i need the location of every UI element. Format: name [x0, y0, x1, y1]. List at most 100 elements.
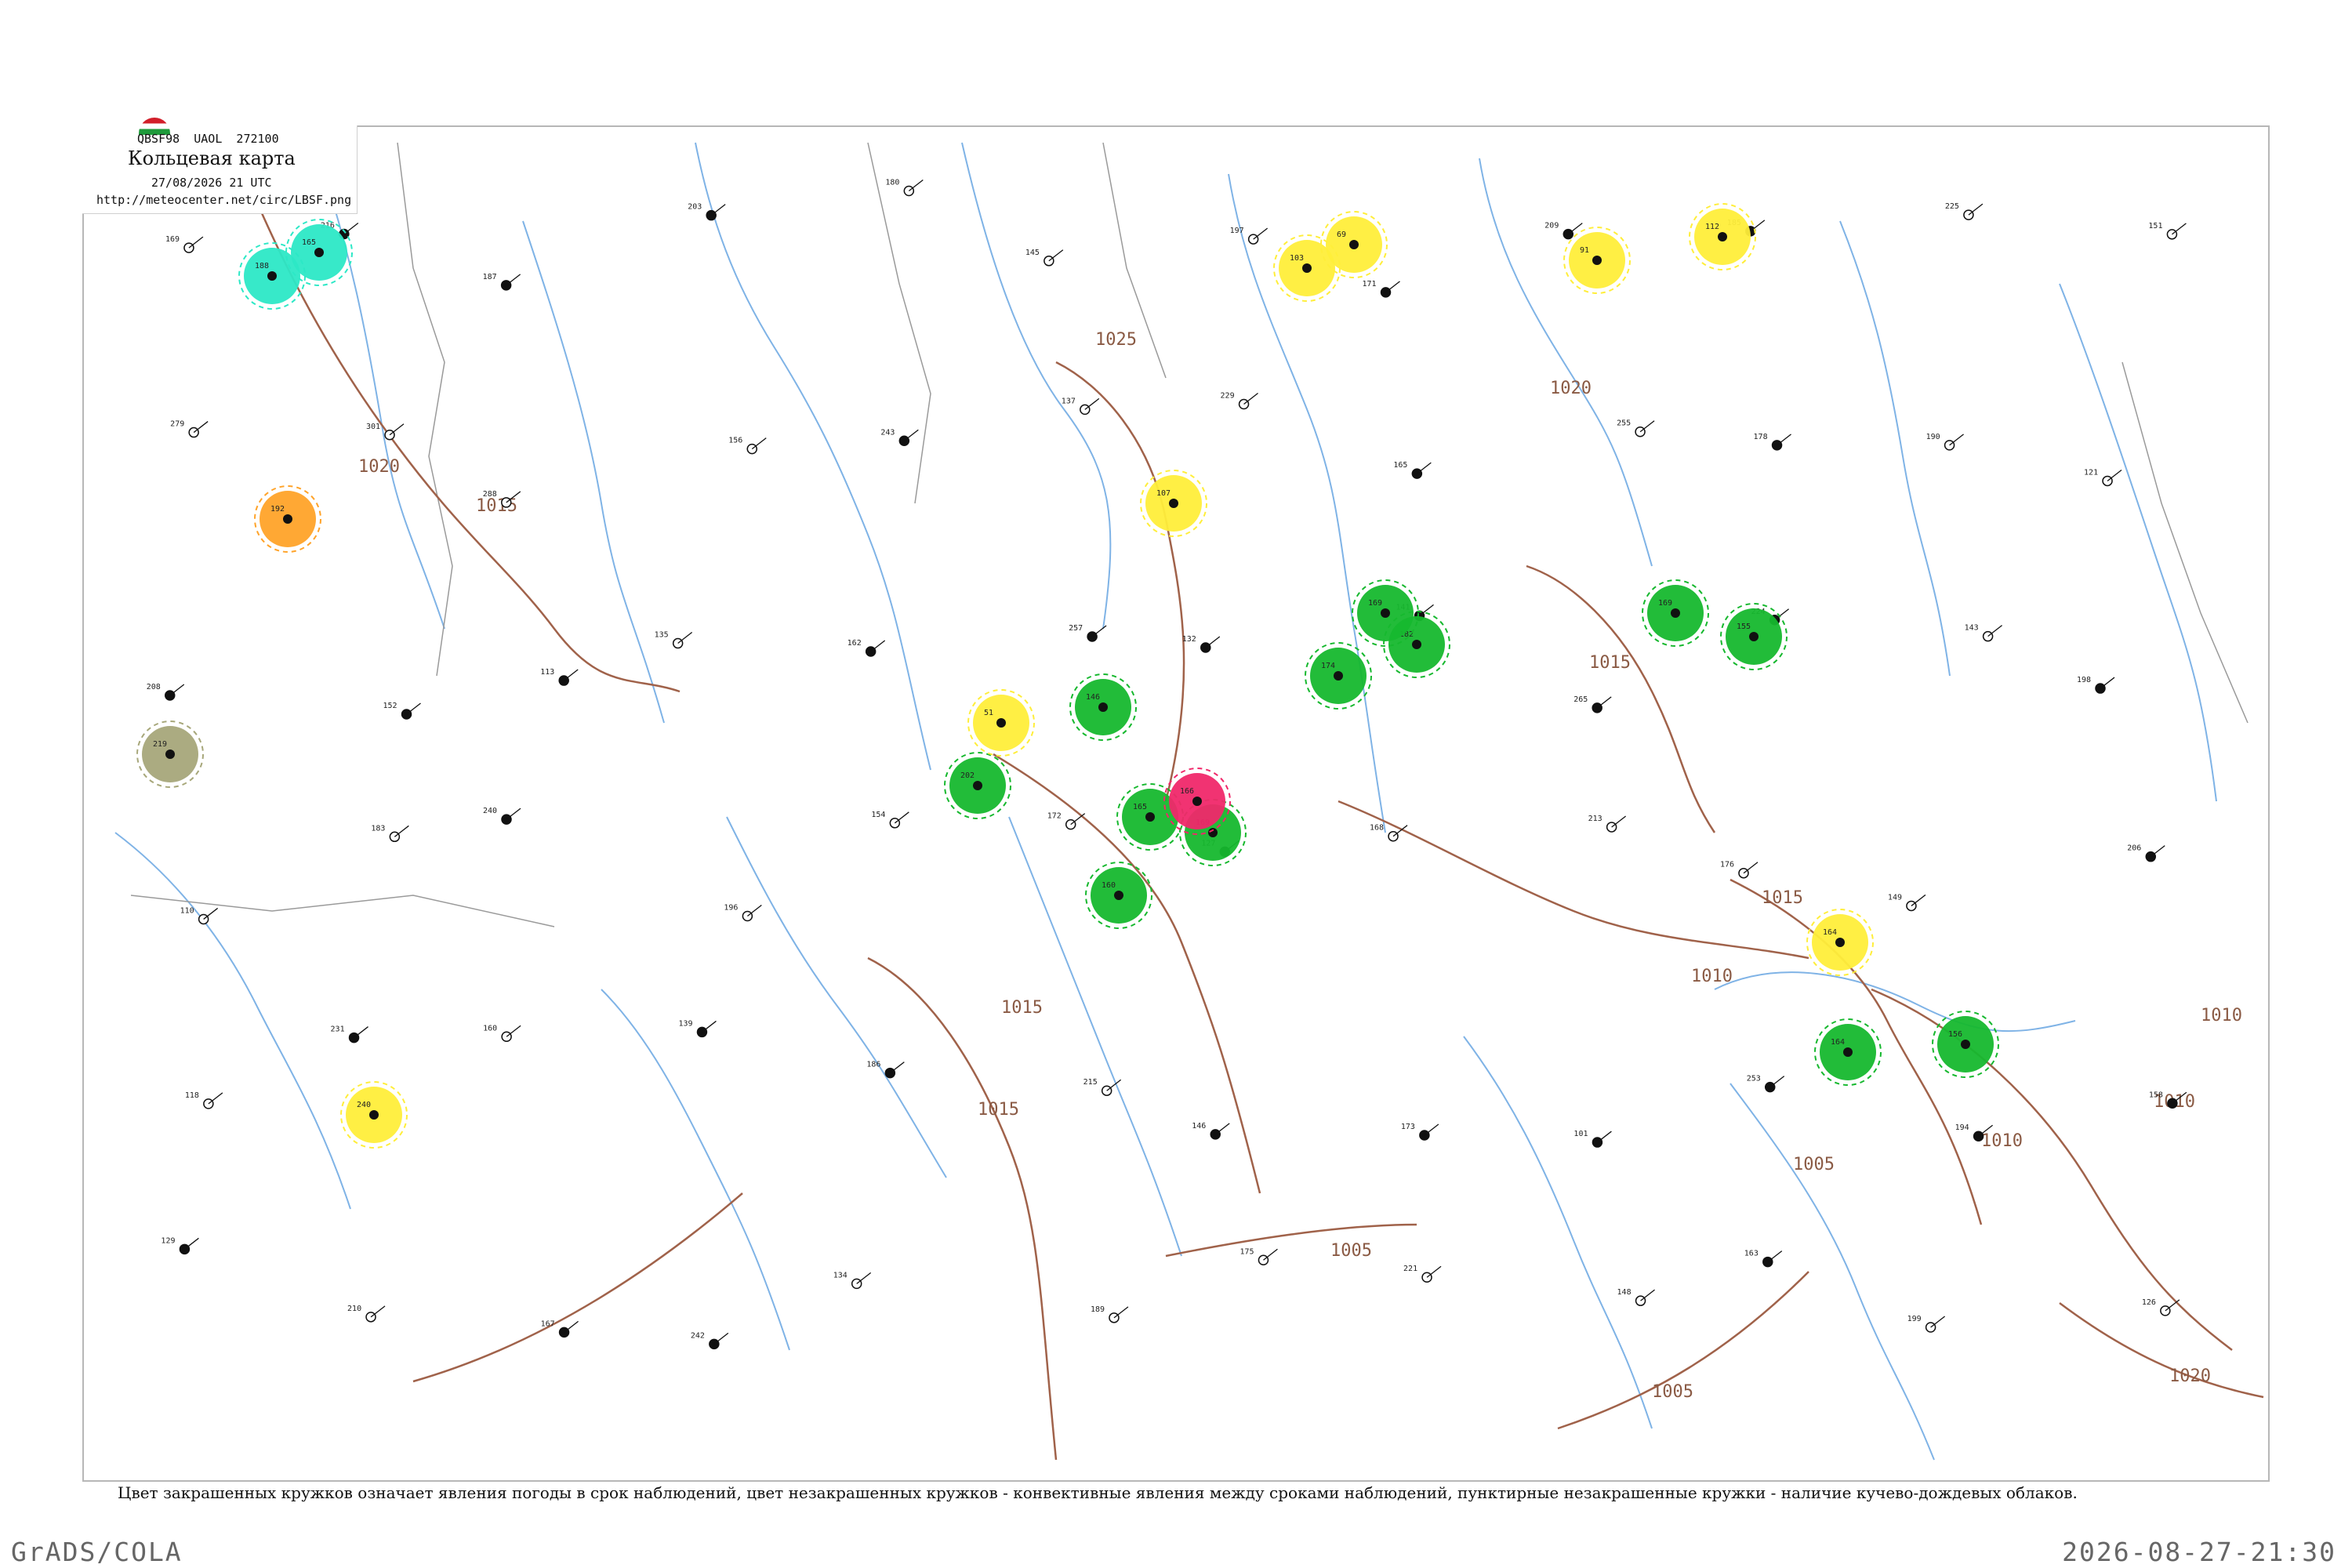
software-label: GrADS/COLA	[11, 1537, 183, 1567]
station-plot: 231	[331, 1025, 368, 1044]
station-value: 162	[848, 639, 862, 648]
station-plot: 189	[1091, 1305, 1129, 1323]
station-plot: 151	[2148, 222, 2187, 240]
station-value: 209	[1544, 222, 1559, 230]
weather-spot-drizzle_fog: 112	[1689, 203, 1756, 270]
station-value: 253	[1747, 1075, 1761, 1083]
station-value: 221	[1403, 1265, 1417, 1273]
station-plot: 243	[880, 428, 919, 447]
station-plot: 145	[1025, 249, 1064, 267]
title-box: QBSF98 UAOL 272100 Кольцевая карта 27/08…	[82, 118, 358, 214]
station-plot: 121	[2084, 468, 2122, 487]
station-plot: 149	[1888, 893, 1926, 912]
station-value: 110	[180, 906, 194, 915]
station-plot: 209	[1544, 222, 1583, 240]
map-url[interactable]: http://meteocenter.net/circ/LBSF.png	[96, 193, 351, 207]
spot-value: 103	[1290, 254, 1304, 263]
station-plot: 101	[1573, 1130, 1612, 1148]
station-value: 180	[885, 178, 899, 187]
map-date: 27/08/2026 21 UTC	[151, 176, 272, 190]
station-plot: 160	[483, 1024, 521, 1043]
station-value: 206	[2127, 844, 2141, 853]
station-plot: 279	[170, 420, 209, 438]
isobar-label: 1020	[358, 457, 400, 477]
station-value: 151	[2148, 222, 2162, 230]
station-value: 175	[1240, 1247, 1254, 1256]
station-plot: 210	[347, 1305, 386, 1323]
weather-spot-drizzle_fog: 164	[1806, 909, 1874, 976]
weather-spot-drizzle_fog: 91	[1563, 227, 1631, 294]
station-value: 139	[678, 1019, 692, 1028]
station-value: 156	[728, 437, 742, 445]
weather-spot-rain: 174	[1305, 642, 1372, 710]
station-plot: 167	[541, 1319, 579, 1338]
station-value: 173	[1401, 1123, 1415, 1131]
station-value: 154	[871, 811, 885, 819]
station-plot: 169	[165, 235, 204, 253]
station-plot: 240	[483, 807, 521, 825]
spot-value: 164	[1831, 1038, 1845, 1047]
station-value: 203	[688, 203, 702, 212]
station-plot: 168	[1370, 824, 1408, 842]
weather-spot-rain: 155	[1720, 603, 1788, 670]
spot-value: 156	[1948, 1030, 1962, 1039]
spot-value: 112	[1705, 223, 1719, 231]
station-value: 189	[1091, 1305, 1105, 1314]
station-plot: 139	[678, 1019, 717, 1038]
station-value: 137	[1062, 397, 1076, 405]
station-plot: 229	[1221, 392, 1258, 410]
station-plot: 165	[1393, 461, 1432, 479]
isobar-label: 1015	[1001, 998, 1043, 1018]
station-plot: 206	[2127, 844, 2165, 862]
station-value: 198	[2077, 676, 2091, 684]
isobar-label: 1015	[978, 1100, 1019, 1120]
station-value: 152	[383, 702, 397, 710]
station-plot: 162	[848, 639, 886, 657]
station-plot: 242	[691, 1331, 729, 1350]
station-plot: 118	[185, 1091, 223, 1109]
station-value: 176	[1720, 861, 1734, 869]
station-plot: 175	[1240, 1247, 1278, 1266]
station-value: 158	[2149, 1091, 2163, 1099]
station-value: 143	[1965, 624, 1979, 633]
station-plot: 203	[688, 203, 726, 221]
station-plot: 183	[371, 824, 409, 843]
station-value: 169	[165, 235, 180, 244]
station-value: 178	[1754, 433, 1768, 441]
spot-value: 219	[153, 740, 167, 749]
spot-value: 165	[302, 238, 316, 247]
station-value: 301	[366, 423, 380, 431]
station-value: 145	[1025, 249, 1040, 257]
spot-value: 146	[1086, 693, 1100, 702]
isobar-label: 1005	[1652, 1382, 1693, 1402]
station-plot: 171	[1363, 280, 1400, 298]
station-value: 168	[1370, 824, 1384, 833]
station-plot: 190	[1926, 433, 1964, 451]
spot-value: 69	[1337, 230, 1346, 239]
stations-layer: 1692161872031801451971712091852251512793…	[147, 178, 2187, 1350]
isobar-label: 1005	[1793, 1155, 1835, 1174]
spot-value: 169	[1658, 599, 1672, 608]
station-value: 129	[161, 1236, 175, 1245]
station-plot: 173	[1401, 1123, 1439, 1141]
station-plot: 253	[1747, 1075, 1785, 1093]
spot-value: 165	[1133, 803, 1147, 811]
map-canvas: 1025 1020 1020 1015 1015 1015 1015 1010 1010 1010…	[114, 127, 2264, 1461]
station-plot: 156	[728, 437, 767, 455]
timestamp: 2026-08-27-21:30	[2062, 1537, 2336, 1567]
station-value: 187	[483, 273, 497, 281]
station-plot: 146	[1192, 1122, 1230, 1140]
spot-value: 160	[1102, 881, 1116, 890]
weather-spot-drizzle_fog: 107	[1140, 470, 1207, 537]
station-value: 243	[880, 428, 895, 437]
station-value: 231	[331, 1025, 345, 1034]
station-value: 242	[691, 1331, 705, 1340]
station-value: 101	[1573, 1130, 1588, 1138]
station-plot: 137	[1062, 397, 1100, 416]
spot-value: 192	[270, 505, 285, 514]
station-value: 167	[541, 1319, 555, 1328]
station-value: 132	[1182, 635, 1196, 644]
station-plot: 132	[1182, 635, 1221, 653]
spot-value: 155	[1737, 622, 1751, 631]
isobar-label: 1025	[1095, 330, 1137, 350]
